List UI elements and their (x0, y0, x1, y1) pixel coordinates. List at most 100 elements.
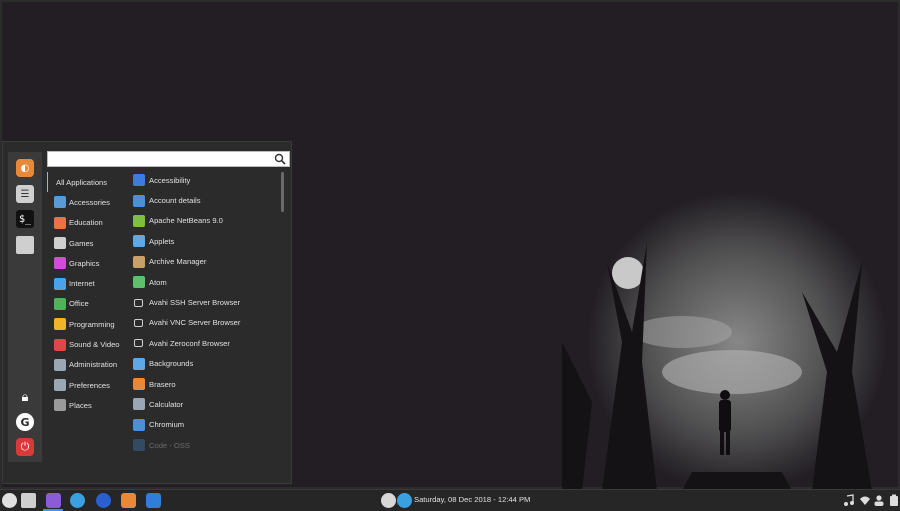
category-item[interactable]: Sound & Video (47, 334, 127, 354)
logout-icon[interactable]: G (16, 413, 34, 431)
app-label: Backgrounds (149, 359, 194, 369)
twitch-icon[interactable] (46, 493, 61, 508)
category-item[interactable]: Administration (47, 355, 127, 375)
window-icon (134, 318, 143, 327)
education-icon (54, 216, 66, 229)
firefox-fav-icon[interactable]: ◐ (16, 159, 34, 177)
clock[interactable]: Saturday, 08 Dec 2018 - 12:44 PM (414, 495, 530, 504)
category-item[interactable]: Graphics (47, 253, 127, 273)
category-label: Sound & Video (69, 340, 120, 350)
wallpaper-art (562, 192, 887, 491)
brave-icon[interactable] (121, 493, 136, 508)
app-item[interactable]: Applets (131, 231, 279, 251)
brasero-icon (133, 378, 145, 391)
category-item[interactable]: All Applications (47, 172, 127, 193)
preferences-icon (54, 379, 66, 392)
app-item[interactable]: Account details (131, 190, 279, 210)
app-item[interactable]: Backgrounds (131, 354, 279, 374)
atom-icon (133, 276, 145, 289)
wifi-icon[interactable] (859, 494, 871, 507)
vscode-icon[interactable] (146, 493, 161, 508)
category-label: Games (69, 238, 94, 248)
app-item[interactable]: Avahi Zeroconf Browser (131, 333, 279, 353)
lock-icon[interactable]: 🔒︎ (16, 388, 34, 406)
category-item[interactable]: Education (47, 213, 127, 233)
office-icon (54, 297, 66, 310)
firefox-icon[interactable] (96, 493, 111, 508)
user-icon[interactable] (873, 494, 885, 507)
application-list: Accessibility Account details Apache NetBe… (131, 170, 279, 455)
app-label: Atom (149, 277, 167, 287)
gamepad-icon (54, 237, 66, 250)
app-label: Code - OSS (149, 440, 190, 450)
window-icon (134, 339, 143, 348)
app-item[interactable]: Atom (131, 272, 279, 292)
settings-fav-icon[interactable]: ☰ (16, 185, 34, 203)
telegram-icon[interactable] (70, 493, 85, 508)
app-item[interactable]: Calculator (131, 394, 279, 414)
category-label: Administration (69, 360, 118, 370)
file-manager-icon[interactable] (21, 493, 36, 508)
app-label: Avahi Zeroconf Browser (149, 338, 230, 348)
code-icon (133, 439, 145, 452)
window-icon (134, 298, 143, 307)
category-item[interactable]: Internet (47, 273, 127, 293)
telegram-tray-icon[interactable] (397, 493, 412, 508)
category-item[interactable]: Programming (47, 314, 127, 334)
menu-launcher-icon[interactable] (2, 493, 17, 508)
category-label: Education (69, 218, 103, 228)
app-item[interactable]: Chromium (131, 415, 279, 435)
accessories-icon (54, 196, 66, 209)
terminal-fav-icon[interactable]: $_ (16, 210, 34, 228)
archive-icon (133, 255, 145, 268)
app-label: Archive Manager (149, 257, 207, 267)
app-label: Account details (149, 196, 201, 206)
app-item[interactable]: Avahi VNC Server Browser (131, 313, 279, 333)
category-label: Graphics (69, 258, 100, 268)
category-item[interactable]: Accessories (47, 192, 127, 212)
app-label: Applets (149, 236, 175, 246)
taskbar: Saturday, 08 Dec 2018 - 12:44 PM (0, 489, 900, 511)
app-label: Brasero (149, 379, 176, 389)
app-item[interactable]: Apache NetBeans 9.0 (131, 211, 279, 231)
app-item[interactable]: Avahi SSH Server Browser (131, 292, 279, 312)
category-label: Places (69, 400, 92, 410)
category-item[interactable]: Preferences (47, 375, 127, 395)
category-item[interactable]: Office (47, 294, 127, 314)
app-label: Avahi VNC Server Browser (149, 318, 241, 328)
search-icon (274, 153, 286, 165)
category-item[interactable]: Games (47, 233, 127, 253)
sound-video-icon (54, 338, 66, 351)
category-item[interactable]: Places (47, 395, 127, 415)
graphics-icon (54, 257, 66, 270)
programming-icon (54, 318, 66, 331)
netbeans-icon (133, 214, 145, 227)
app-label: Calculator (149, 399, 184, 409)
accessibility-icon (133, 174, 145, 187)
app-item[interactable]: Code - OSS (131, 435, 279, 455)
applets-icon (133, 235, 145, 248)
app-label: Apache NetBeans 9.0 (149, 216, 223, 226)
category-label: Programming (69, 319, 115, 329)
start-menu: ◐ ☰ $_ 🔒︎ G ⏻ All Applications Accessorie… (2, 141, 292, 484)
search-field[interactable] (47, 151, 290, 171)
chromium-icon (133, 418, 145, 431)
category-label: Accessories (69, 197, 110, 207)
app-item[interactable]: Accessibility (131, 170, 279, 190)
internet-icon (54, 277, 66, 290)
power-icon[interactable]: ⏻ (16, 438, 34, 456)
app-item[interactable]: Archive Manager (131, 252, 279, 272)
battery-icon[interactable] (888, 494, 900, 507)
category-label: Office (69, 299, 89, 309)
administration-icon (54, 358, 66, 371)
category-list: All Applications Accessories Education Game… (47, 172, 127, 416)
app-list-scrollbar[interactable] (281, 172, 284, 212)
steam-icon[interactable] (381, 493, 396, 508)
music-icon[interactable] (843, 494, 855, 507)
files-fav-icon[interactable] (16, 236, 34, 254)
category-label: Preferences (69, 380, 110, 390)
backgrounds-icon (133, 357, 145, 370)
app-item[interactable]: Brasero (131, 374, 279, 394)
search-input[interactable] (48, 157, 268, 171)
category-label: All Applications (56, 177, 108, 187)
